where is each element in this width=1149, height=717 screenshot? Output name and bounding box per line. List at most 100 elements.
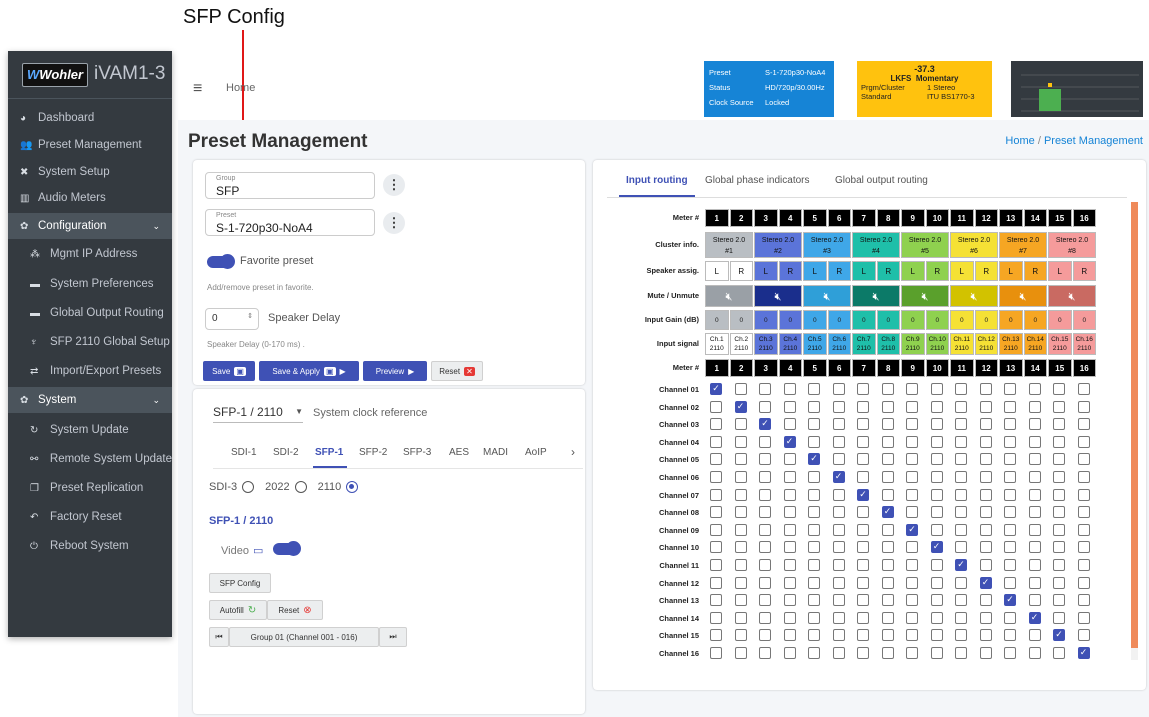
speaker-assign[interactable]: R: [778, 261, 802, 281]
route-checkbox[interactable]: [1053, 576, 1065, 589]
sidebar-item-global-output-routing[interactable]: ▬ Global Output Routing: [8, 300, 172, 326]
mute-button[interactable]: 🔇︎: [1048, 285, 1096, 307]
route-checkbox[interactable]: [930, 488, 943, 501]
route-checkbox[interactable]: [734, 629, 747, 642]
route-checkbox[interactable]: [1077, 594, 1090, 607]
route-checkbox[interactable]: [1028, 418, 1041, 431]
mute-button[interactable]: 🔇︎: [999, 285, 1047, 307]
route-checkbox[interactable]: [857, 541, 869, 554]
route-checkbox[interactable]: [906, 400, 918, 413]
pager-first-button[interactable]: ⏮: [209, 627, 229, 647]
route-checkbox[interactable]: [759, 523, 771, 536]
route-checkbox[interactable]: [930, 576, 943, 589]
route-checkbox[interactable]: [955, 576, 967, 589]
route-checkbox[interactable]: [881, 594, 894, 607]
route-checkbox[interactable]: [1077, 523, 1090, 536]
route-checkbox[interactable]: [1053, 541, 1065, 554]
sidebar-item-audio-meters[interactable]: ▥ Audio Meters: [8, 185, 172, 211]
route-checkbox[interactable]: [906, 471, 918, 483]
route-checkbox[interactable]: [1053, 523, 1065, 536]
route-checkbox[interactable]: ✓: [832, 471, 845, 483]
route-checkbox[interactable]: ✓: [906, 523, 918, 536]
route-checkbox[interactable]: [783, 488, 796, 501]
route-checkbox[interactable]: [783, 418, 796, 431]
route-checkbox[interactable]: [1028, 383, 1041, 395]
route-checkbox[interactable]: [734, 559, 747, 571]
route-checkbox[interactable]: [832, 594, 845, 607]
pager-next-button[interactable]: ⏭: [379, 627, 407, 647]
input-signal[interactable]: Ch.2 2110: [729, 333, 753, 355]
route-checkbox[interactable]: ✓: [979, 576, 992, 589]
route-checkbox[interactable]: [832, 629, 845, 642]
route-checkbox[interactable]: [979, 383, 992, 395]
route-checkbox[interactable]: [857, 629, 869, 642]
input-gain[interactable]: 0: [901, 310, 925, 330]
route-checkbox[interactable]: [930, 383, 943, 395]
route-checkbox[interactable]: [930, 594, 943, 607]
route-checkbox[interactable]: [734, 541, 747, 554]
route-checkbox[interactable]: [808, 629, 820, 642]
route-checkbox[interactable]: [808, 523, 820, 536]
route-checkbox[interactable]: [759, 541, 771, 554]
speaker-assign[interactable]: L: [999, 261, 1023, 281]
route-checkbox[interactable]: [906, 435, 918, 448]
route-checkbox[interactable]: [881, 471, 894, 483]
route-checkbox[interactable]: [1004, 488, 1016, 501]
route-checkbox[interactable]: ✓: [1077, 647, 1090, 659]
speaker-assign[interactable]: L: [705, 261, 729, 281]
route-checkbox[interactable]: [881, 576, 894, 589]
route-checkbox[interactable]: [808, 647, 820, 659]
sidebar-item-remote-system-update[interactable]: ⚯ Remote System Update: [8, 446, 172, 472]
sidebar-item-mgmt-ip-address[interactable]: ⁂ Mgmt IP Address: [8, 241, 172, 267]
radio-2022[interactable]: [294, 481, 307, 493]
routing-tab-input-routing[interactable]: Input routing: [626, 175, 688, 186]
route-checkbox[interactable]: ✓: [857, 488, 869, 501]
route-checkbox[interactable]: [881, 435, 894, 448]
route-checkbox[interactable]: [1077, 541, 1090, 554]
route-checkbox[interactable]: [906, 383, 918, 395]
routing-tab-global-phase-indicators[interactable]: Global phase indicators: [705, 175, 810, 186]
route-checkbox[interactable]: [832, 541, 845, 554]
route-checkbox[interactable]: [906, 629, 918, 642]
route-checkbox[interactable]: [1004, 611, 1016, 624]
sidebar-item-dashboard[interactable]: ◕ Dashboard: [8, 105, 172, 131]
route-checkbox[interactable]: [955, 611, 967, 624]
route-checkbox[interactable]: [857, 400, 869, 413]
meter-thumbnail[interactable]: [1011, 61, 1143, 117]
route-checkbox[interactable]: [955, 383, 967, 395]
input-signal[interactable]: Ch.8 2110: [876, 333, 900, 355]
route-checkbox[interactable]: [759, 453, 771, 466]
route-checkbox[interactable]: [710, 435, 722, 448]
input-gain[interactable]: 0: [999, 310, 1023, 330]
route-checkbox[interactable]: ✓: [930, 541, 943, 554]
route-checkbox[interactable]: [759, 471, 771, 483]
route-checkbox[interactable]: [1053, 647, 1065, 659]
route-checkbox[interactable]: [1004, 559, 1016, 571]
route-checkbox[interactable]: [1004, 400, 1016, 413]
input-signal[interactable]: Ch.7 2110: [852, 333, 876, 355]
route-checkbox[interactable]: ✓: [1053, 629, 1065, 642]
route-checkbox[interactable]: [710, 453, 722, 466]
route-checkbox[interactable]: ✓: [783, 435, 796, 448]
route-checkbox[interactable]: [808, 400, 820, 413]
route-checkbox[interactable]: [906, 541, 918, 554]
route-checkbox[interactable]: [734, 453, 747, 466]
save-button[interactable]: Save ▣: [203, 361, 255, 381]
route-checkbox[interactable]: [881, 523, 894, 536]
mute-button[interactable]: 🔇︎: [852, 285, 900, 307]
route-checkbox[interactable]: [979, 523, 992, 536]
route-checkbox[interactable]: [783, 506, 796, 519]
input-gain[interactable]: 0: [729, 310, 753, 330]
input-signal[interactable]: Ch.15 2110: [1048, 333, 1072, 355]
route-checkbox[interactable]: [1053, 594, 1065, 607]
mute-button[interactable]: 🔇︎: [705, 285, 753, 307]
route-checkbox[interactable]: [979, 559, 992, 571]
route-checkbox[interactable]: ✓: [808, 453, 820, 466]
route-checkbox[interactable]: [710, 576, 722, 589]
route-checkbox[interactable]: [857, 523, 869, 536]
route-checkbox[interactable]: [710, 541, 722, 554]
input-gain[interactable]: 0: [876, 310, 900, 330]
route-checkbox[interactable]: [734, 383, 747, 395]
brand[interactable]: WWohler iVAM1-3: [8, 51, 172, 99]
input-gain[interactable]: 0: [827, 310, 851, 330]
